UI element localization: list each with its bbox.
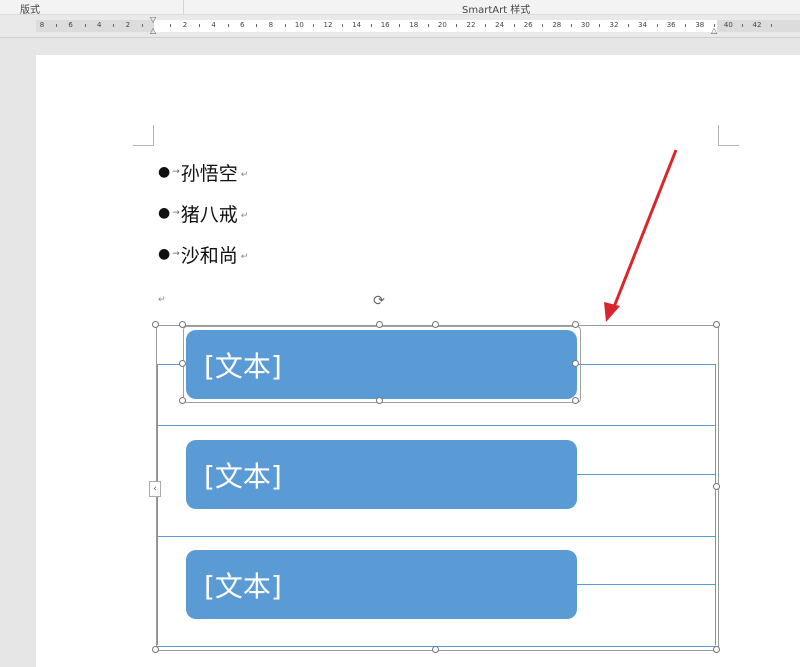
red-annotation-arrow: [604, 149, 678, 322]
